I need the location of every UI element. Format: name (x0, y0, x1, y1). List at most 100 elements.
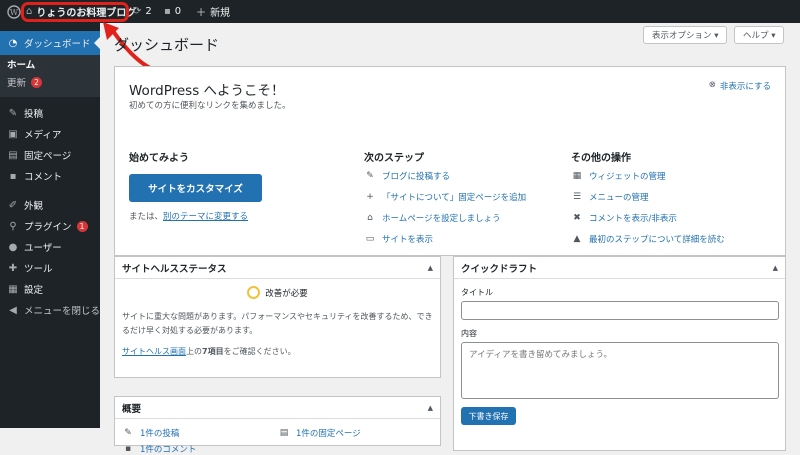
brush-icon: ✐ (8, 199, 18, 211)
site-health-text: 上の (186, 347, 202, 356)
title-label: タイトル (461, 288, 493, 297)
sidebar-item-label: プラグイン (24, 222, 72, 233)
learn-more-link[interactable]: ▲ 最初のステップについて詳細を読む (572, 233, 725, 245)
posts-count-link[interactable]: ✎ 1件の投稿 (123, 427, 179, 439)
sidebar-item-media[interactable]: ▣ メディア (0, 124, 100, 144)
save-draft-label: 下書き保存 (468, 411, 509, 421)
annotation-highlight (21, 2, 129, 22)
page-icon: ▤ (279, 428, 289, 438)
change-theme-link[interactable]: 別のテーマに変更する (163, 212, 248, 222)
collapse-arrow-icon[interactable]: ▲ (428, 264, 433, 272)
site-health-description: サイトに重大な問題があります。パフォーマンスやセキュリティを改善するため、できる… (122, 312, 433, 335)
welcome-panel: WordPress へようこそ！ 初めての方に便利なリンクを集めました。 ⊗ 非… (114, 66, 786, 256)
wordpress-logo-icon[interactable]: W (6, 0, 22, 23)
sidebar-item-comments[interactable]: ▪ コメント (0, 166, 100, 186)
view-site-link[interactable]: ▭ サイトを表示 (365, 233, 433, 245)
at-a-glance-title: 概要 (122, 403, 142, 415)
sidebar-item-home[interactable]: ホーム (0, 55, 100, 73)
sidebar-item-updates[interactable]: 更新 2 (0, 73, 100, 91)
comment-icon: ▪ (164, 6, 171, 17)
user-icon: ● (8, 241, 18, 253)
screen-options-label: 表示オプション ▾ (652, 31, 719, 41)
sidebar-item-label: ユーザー (24, 243, 62, 254)
sidebar-item-users[interactable]: ● ユーザー (0, 237, 100, 257)
add-about-page-link[interactable]: + 「サイトについて」固定ページを追加 (365, 191, 526, 203)
action-label: ウィジェットの管理 (589, 172, 666, 182)
write-post-link[interactable]: ✎ ブログに投稿する (365, 170, 450, 182)
sidebar-item-settings[interactable]: ▦ 設定 (0, 279, 100, 299)
monitor-icon: ▭ (365, 234, 375, 244)
plugins-badge: 1 (76, 220, 88, 232)
manage-widgets-link[interactable]: ▦ ウィジェットの管理 (572, 170, 666, 182)
pages-count-link[interactable]: ▤ 1件の固定ページ (279, 427, 361, 439)
toggle-comments-link[interactable]: ✖ コメントを表示/非表示 (572, 212, 677, 224)
sidebar-item-pages[interactable]: ▤ 固定ページ (0, 145, 100, 165)
edit-icon: ✎ (366, 171, 374, 181)
set-homepage-link[interactable]: ⌂ ホームページを設定しましょう (365, 212, 500, 224)
comments-link[interactable]: ▪ 0 (164, 0, 181, 23)
glance-label: 1件のコメント (140, 445, 197, 455)
updates-count: 2 (145, 6, 152, 17)
next-steps-heading: 次のステップ (364, 153, 424, 164)
site-health-status: 改善が必要 (115, 286, 440, 299)
sidebar-item-label: ツール (24, 264, 53, 275)
settings-icon: ▦ (8, 283, 18, 295)
sidebar-item-label: 更新 (7, 78, 27, 89)
more-actions-heading: その他の操作 (571, 153, 631, 164)
action-label: サイトを表示 (382, 235, 434, 245)
collapse-menu-button[interactable]: ◀ メニューを閉じる (0, 300, 100, 320)
sidebar-item-tools[interactable]: ✚ ツール (0, 258, 100, 278)
updates-badge: 2 (31, 76, 43, 88)
main-content: 表示オプション ▾ ヘルプ ▾ ダッシュボード WordPress へようこそ！… (100, 23, 800, 455)
site-health-count: 7項目 (202, 347, 224, 356)
customize-site-button[interactable]: サイトをカスタマイズ (129, 174, 262, 202)
comment-x-icon: ✖ (573, 213, 581, 223)
at-a-glance-widget: 概要 ▲ ✎ 1件の投稿 ▤ 1件の固定ページ ▪ 1件のコメント (114, 396, 441, 455)
close-circle-icon: ⊗ (708, 80, 716, 90)
home-icon: ⌂ (367, 213, 373, 223)
action-label: 「サイトについて」固定ページを追加 (382, 193, 527, 203)
dismiss-link[interactable]: ⊗ 非表示にする (709, 80, 771, 92)
widgets-icon: ▦ (572, 171, 582, 181)
draft-content-textarea[interactable] (461, 342, 779, 399)
manage-menus-link[interactable]: ☰ メニューの管理 (572, 191, 649, 203)
plus-icon: + (196, 4, 207, 19)
glance-label: 1件の固定ページ (296, 429, 361, 439)
collapse-arrow-icon[interactable]: ▲ (428, 404, 433, 412)
site-health-link[interactable]: サイトヘルス画面 (122, 347, 186, 356)
wrench-icon: ✚ (8, 262, 18, 274)
sidebar-item-label: コメント (24, 172, 63, 183)
change-theme-line: または、別のテーマに変更する (129, 210, 248, 222)
new-content-link[interactable]: + 新規 (196, 0, 230, 23)
comments-count-link[interactable]: ▪ 1件のコメント (123, 443, 196, 455)
sidebar-item-plugins[interactable]: ⚲ プラグイン 1 (0, 216, 100, 236)
help-button[interactable]: ヘルプ ▾ (734, 26, 785, 44)
media-icon: ▣ (8, 128, 18, 140)
collapse-icon: ◀ (9, 304, 17, 316)
site-health-widget: サイトヘルスステータス ▲ 改善が必要 サイトに重大な問題があります。パフォーマ… (114, 256, 441, 378)
sidebar-item-label: ダッシュボード (24, 39, 91, 50)
sidebar-item-posts[interactable]: ✎ 投稿 (0, 103, 100, 123)
draft-title-input[interactable] (461, 301, 779, 320)
refresh-icon: ⟳ (133, 6, 142, 17)
comments-count: 0 (174, 6, 182, 17)
admin-sidebar: ◔ ダッシュボード ホーム 更新 2 ✎ 投稿 ▣ メディア ▤ 固定ページ ▪… (0, 23, 100, 428)
sidebar-item-label: メニューを閉じる (23, 306, 100, 317)
menu-list-icon: ☰ (572, 192, 582, 202)
pin-icon: ✎ (124, 428, 132, 438)
collapse-arrow-icon[interactable]: ▲ (773, 264, 778, 272)
site-health-text: をご確認ください。 (223, 347, 296, 356)
sidebar-item-label: メディア (24, 130, 62, 141)
screen-options-button[interactable]: 表示オプション ▾ (643, 26, 728, 44)
glance-label: 1件の投稿 (140, 429, 180, 439)
plus-icon: + (366, 192, 374, 202)
or-text: または、 (129, 212, 164, 222)
sidebar-item-dashboard[interactable]: ◔ ダッシュボード (0, 31, 100, 55)
sidebar-item-label: 外観 (24, 201, 44, 212)
at-a-glance-header: 概要 ▲ (115, 397, 440, 419)
welcome-title: WordPress へようこそ！ (129, 83, 285, 99)
welcome-subtitle: 初めての方に便利なリンクを集めました。 (129, 101, 291, 111)
save-draft-button[interactable]: 下書き保存 (461, 407, 516, 425)
page-icon: ▤ (8, 149, 18, 161)
sidebar-item-appearance[interactable]: ✐ 外観 (0, 195, 100, 215)
